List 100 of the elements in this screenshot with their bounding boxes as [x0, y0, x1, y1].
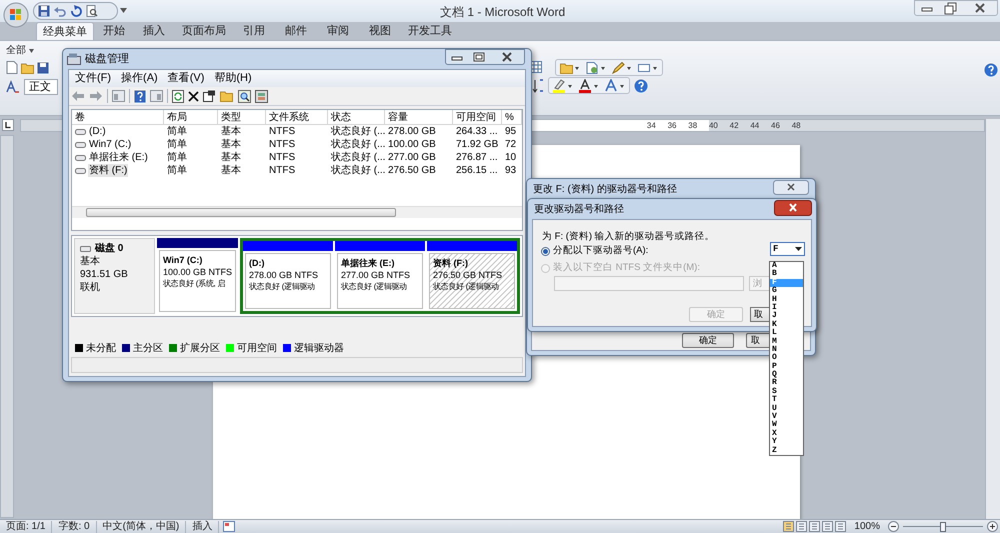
column-header[interactable]: 类型 — [218, 110, 266, 124]
drive-letter-option[interactable]: R — [770, 379, 803, 388]
field-icon[interactable] — [638, 62, 658, 74]
volume-name[interactable]: Win7 (C:) — [88, 138, 132, 151]
drive-letter-option[interactable]: U — [770, 404, 803, 414]
menu-item[interactable]: 查看(V) — [168, 70, 204, 87]
ribbon-tab[interactable]: 邮件 — [276, 22, 316, 41]
menu-button[interactable]: 全部 — [6, 43, 34, 58]
drive-letter-option[interactable]: A — [770, 262, 803, 270]
column-header[interactable]: 卷 — [72, 110, 164, 124]
partition-block[interactable]: 资料 (F:) 276.50 GB NTFS 状态良好 (逻辑驱动 — [429, 253, 515, 309]
drive-letter-option[interactable]: Z — [770, 446, 803, 455]
drive-letter-option[interactable]: I — [770, 304, 803, 312]
tab-selector-icon[interactable] — [2, 119, 14, 131]
reading-view-icon[interactable] — [796, 521, 808, 532]
ribbon-tab[interactable]: 插入 — [134, 22, 174, 41]
folder-path-field[interactable] — [554, 276, 744, 291]
refresh-icon[interactable] — [172, 90, 184, 102]
drive-letter-option[interactable]: P — [770, 362, 803, 372]
close-icon[interactable] — [774, 200, 812, 216]
office-button[interactable] — [3, 2, 29, 28]
styles-icon[interactable] — [6, 80, 20, 94]
delete-icon[interactable] — [188, 90, 199, 102]
drive-letter-option[interactable]: N — [770, 346, 803, 354]
folder-icon[interactable] — [21, 62, 34, 74]
save-icon[interactable] — [37, 62, 49, 74]
ribbon-tab[interactable]: 引用 — [234, 22, 274, 41]
font-color-icon[interactable] — [579, 78, 599, 92]
help-icon[interactable] — [634, 78, 648, 92]
macro-icon[interactable] — [223, 521, 236, 532]
settings-icon[interactable] — [255, 90, 268, 102]
sort-icon[interactable] — [532, 78, 544, 92]
new-document-icon[interactable] — [6, 61, 18, 74]
ribbon-tab[interactable]: 审阅 — [318, 22, 358, 41]
properties-icon[interactable] — [203, 90, 216, 102]
drive-letter-option[interactable]: X — [770, 430, 803, 438]
column-header[interactable]: % — [502, 110, 522, 124]
column-header[interactable]: 状态 — [328, 110, 385, 124]
drive-letter-option[interactable]: Y — [770, 438, 803, 447]
partition-block[interactable]: (D:) 278.00 GB NTFS 状态良好 (逻辑驱动 — [245, 253, 331, 309]
help-icon[interactable] — [984, 63, 998, 77]
volume-name[interactable]: 单据往来 (E:) — [88, 151, 149, 164]
help-icon[interactable] — [134, 90, 146, 102]
folder-icon[interactable] — [560, 62, 580, 74]
ribbon-tab[interactable]: 开始 — [96, 22, 132, 41]
cancel-button[interactable]: 取 — [746, 333, 770, 348]
search-icon[interactable] — [238, 90, 251, 102]
menu-item[interactable]: 帮助(H) — [214, 70, 252, 87]
print-preview-icon[interactable] — [86, 5, 98, 17]
column-header[interactable]: 可用空间 — [453, 110, 502, 124]
drive-letter-dropdown[interactable]: F — [770, 242, 805, 256]
web-layout-icon[interactable] — [809, 521, 820, 532]
column-header[interactable]: 容量 — [385, 110, 453, 124]
drive-letter-option[interactable]: O — [770, 354, 803, 363]
outline-icon[interactable] — [822, 521, 834, 532]
text-effect-icon[interactable] — [605, 78, 625, 92]
drive-letter-option[interactable]: Q — [770, 371, 803, 380]
undo-icon[interactable] — [54, 5, 66, 17]
panel-icon[interactable] — [112, 90, 125, 102]
drive-letter-option[interactable]: L — [770, 329, 803, 338]
pencil-icon[interactable] — [612, 62, 632, 74]
drive-letter-option[interactable]: S — [770, 388, 803, 396]
drive-letter-option[interactable]: M — [770, 338, 803, 346]
volume-name[interactable]: (D:) — [88, 125, 107, 138]
highlighter-icon[interactable] — [553, 78, 573, 92]
drive-letter-option[interactable]: H — [770, 296, 803, 304]
redo-icon[interactable] — [70, 5, 82, 17]
panel-icon[interactable] — [150, 90, 163, 102]
volume-name[interactable]: 资料 (F:) — [88, 164, 128, 177]
drive-letter-option[interactable]: G — [770, 287, 803, 296]
drive-letter-option[interactable]: B — [770, 270, 803, 279]
radio-button[interactable] — [541, 246, 550, 256]
draft-icon[interactable] — [835, 521, 846, 532]
column-header[interactable]: 布局 — [164, 110, 218, 124]
partition-block[interactable]: 单据往来 (E:) 277.00 GB NTFS 状态良好 (逻辑驱动 — [337, 253, 423, 309]
save-icon[interactable] — [38, 5, 50, 17]
ribbon-tab[interactable]: 视图 — [360, 22, 400, 41]
style-field[interactable]: 正文 — [24, 79, 58, 95]
drive-letter-option[interactable]: V — [770, 413, 803, 422]
vertical-scrollbar[interactable] — [985, 119, 1000, 520]
customize-toolbar-icon[interactable] — [120, 8, 127, 13]
ribbon-tab[interactable]: 开发工具 — [402, 22, 458, 41]
close-icon[interactable] — [773, 180, 809, 195]
drive-letter-option[interactable]: J — [770, 312, 803, 321]
ribbon-tab[interactable]: 页面布局 — [176, 22, 232, 41]
drive-letter-option[interactable]: T — [770, 396, 803, 405]
zoom-slider-thumb[interactable] — [940, 522, 946, 532]
zoom-in-icon[interactable] — [987, 521, 998, 532]
menu-item[interactable]: 文件(F) — [75, 70, 112, 87]
horizontal-scrollbar[interactable] — [72, 206, 522, 218]
document-icon[interactable] — [586, 62, 606, 74]
drive-letter-option[interactable]: W — [770, 421, 803, 430]
partition-block[interactable]: Win7 (C:) 100.00 GB NTFS 状态良好 (系统, 启 — [158, 250, 236, 312]
drive-letter-option[interactable]: K — [770, 320, 803, 330]
zoom-out-icon[interactable] — [888, 521, 899, 532]
column-header[interactable]: 文件系统 — [266, 110, 328, 124]
scrollbar-thumb[interactable] — [86, 208, 396, 217]
ok-button[interactable]: 确定 — [682, 333, 734, 348]
ribbon-tab[interactable]: 经典菜单 — [36, 22, 94, 41]
menu-item[interactable]: 操作(A) — [121, 70, 158, 87]
